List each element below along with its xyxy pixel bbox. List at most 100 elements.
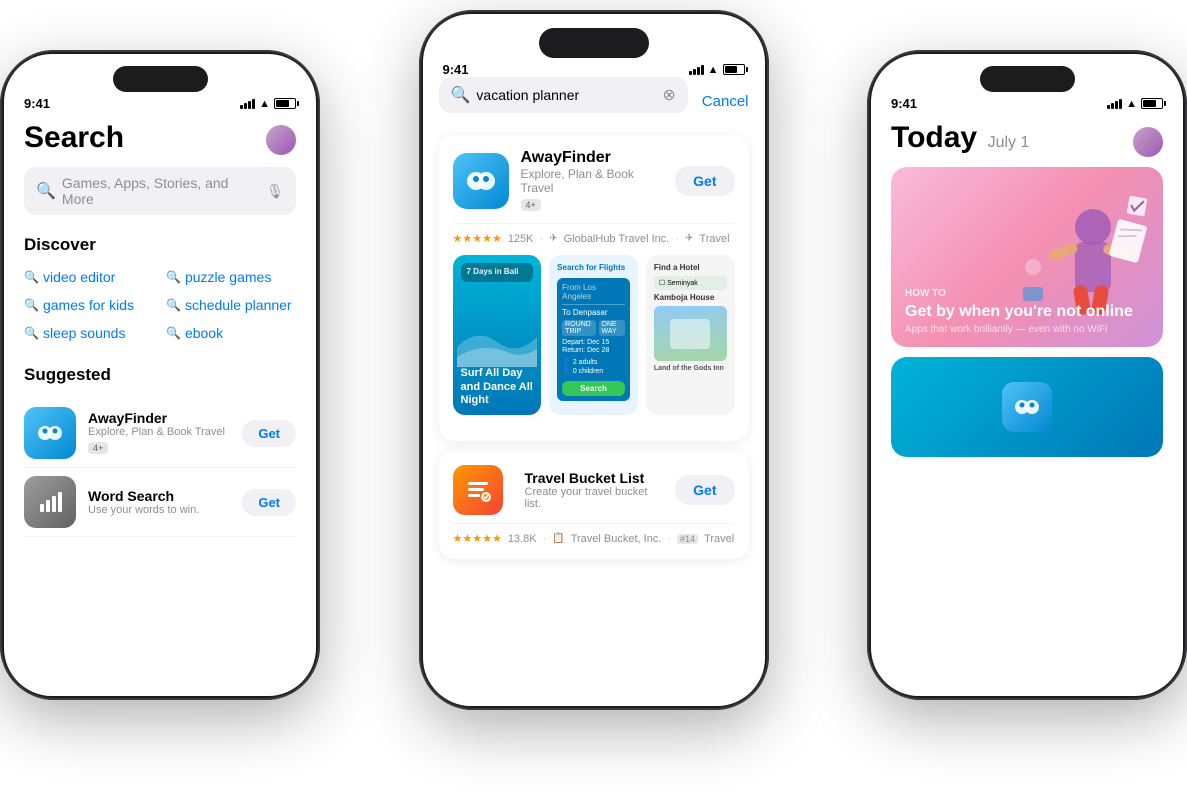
search-value: vacation planner bbox=[476, 87, 656, 103]
clear-icon[interactable]: ⊗ bbox=[662, 85, 675, 105]
search-icon-small: 🔍 bbox=[24, 270, 39, 284]
status-icons-center: ▲ bbox=[689, 64, 745, 76]
app-result-2-header: Travel Bucket List Create your travel bu… bbox=[453, 465, 735, 515]
app-desc-1: Explore, Plan & Book Travel bbox=[88, 426, 230, 438]
app2-desc: Create your travel bucket list. bbox=[525, 486, 664, 510]
phone-center: 9:41 ▲ 🔍 vacation planner ⊗ Cancel bbox=[419, 10, 769, 710]
search-title: Search bbox=[24, 121, 124, 155]
center-get-button[interactable]: Get bbox=[675, 166, 734, 196]
signal-icon-c bbox=[689, 65, 704, 75]
app-desc-2: Use your words to win. bbox=[88, 504, 230, 516]
discover-item[interactable]: 🔍 ebook bbox=[166, 325, 296, 341]
search-bar[interactable]: 🔍 Games, Apps, Stories, and More 🎙 bbox=[24, 167, 296, 215]
discover-label-5: sleep sounds bbox=[43, 325, 126, 341]
center-phone-content: 🔍 vacation planner ⊗ Cancel bbox=[423, 77, 765, 559]
hero-card: HOW TO Get by when you're not online App… bbox=[891, 167, 1163, 347]
app-name-1: AwayFinder bbox=[88, 410, 230, 426]
today-date: July 1 bbox=[988, 134, 1030, 151]
discover-label-6: ebook bbox=[185, 325, 223, 341]
wifi-icon-c: ▲ bbox=[708, 64, 719, 76]
battery-icon-c bbox=[723, 64, 745, 75]
app-result-header: AwayFinder Explore, Plan & Book Travel 4… bbox=[453, 149, 735, 213]
cancel-button[interactable]: Cancel bbox=[702, 93, 749, 110]
app-info-2: Word Search Use your words to win. bbox=[88, 488, 230, 516]
review-count: 125K bbox=[508, 233, 534, 245]
discover-item[interactable]: 🔍 video editor bbox=[24, 269, 154, 285]
status-bar-left: 9:41 ▲ bbox=[4, 92, 316, 111]
battery-icon-r bbox=[1141, 98, 1163, 109]
dynamic-island-center bbox=[539, 28, 649, 58]
app2-info: Travel Bucket List Create your travel bu… bbox=[525, 470, 664, 510]
status-icons-right: ▲ bbox=[1107, 98, 1163, 110]
status-bar-right: 9:41 ▲ bbox=[871, 92, 1183, 111]
star-rating-2: ★★★★★ bbox=[453, 532, 502, 545]
app-icon-center bbox=[453, 153, 509, 209]
star-rating: ★★★★★ bbox=[453, 232, 502, 245]
hero-how-to: HOW TO bbox=[905, 288, 1149, 299]
search-icon-small: 🔍 bbox=[166, 298, 181, 312]
status-icons-left: ▲ bbox=[240, 98, 296, 110]
screenshot-2: Search for Flights From Los Angeles To D… bbox=[549, 255, 638, 415]
time-right: 9:41 bbox=[891, 96, 917, 111]
hero-sub: Apps that work brilliantly — even with n… bbox=[905, 324, 1149, 335]
left-phone-content: Search 🔍 Games, Apps, Stories, and More … bbox=[4, 111, 316, 537]
app-meta: AwayFinder Explore, Plan & Book Travel 4… bbox=[521, 149, 664, 213]
stars-row: ★★★★★ 125K · ✈ GlobalHub Travel Inc. · ✈… bbox=[453, 223, 735, 245]
app-result-card-1: AwayFinder Explore, Plan & Book Travel 4… bbox=[439, 135, 749, 441]
app-icon-awayfinder-left bbox=[24, 407, 76, 459]
mic-icon: 🎙 bbox=[266, 183, 284, 200]
discover-grid: 🔍 video editor 🔍 puzzle games 🔍 games fo… bbox=[24, 269, 296, 341]
signal-icon-r bbox=[1107, 99, 1122, 109]
wifi-icon: ▲ bbox=[259, 98, 270, 110]
time-center: 9:41 bbox=[443, 62, 469, 77]
search-icon-small: 🔍 bbox=[24, 298, 39, 312]
suggested-section-title: Suggested bbox=[24, 365, 296, 385]
status-bar-center: 9:41 ▲ bbox=[423, 58, 765, 77]
discover-label-1: video editor bbox=[43, 269, 115, 285]
search-icon-small: 🔍 bbox=[166, 270, 181, 284]
category-2: Travel bbox=[704, 533, 734, 545]
center-app-name: AwayFinder bbox=[521, 149, 664, 167]
center-app-desc: Explore, Plan & Book Travel bbox=[521, 167, 664, 195]
blue-card-icon bbox=[1002, 382, 1052, 432]
today-title-group: Today July 1 bbox=[891, 121, 1029, 155]
app-name-2: Word Search bbox=[88, 488, 230, 504]
get-button-2[interactable]: Get bbox=[242, 489, 296, 516]
discover-item[interactable]: 🔍 puzzle games bbox=[166, 269, 296, 285]
today-header: Today July 1 bbox=[891, 121, 1163, 157]
screenshot-1: 7 Days in Bali Surf All Day and Dance Al… bbox=[453, 255, 542, 415]
get-button-app2[interactable]: Get bbox=[675, 475, 734, 505]
hero-card-content: HOW TO Get by when you're not online App… bbox=[905, 288, 1149, 335]
today-title: Today bbox=[891, 121, 977, 154]
avatar-right bbox=[1133, 127, 1163, 157]
avatar bbox=[266, 125, 296, 155]
app-icon-travel-bucket bbox=[453, 465, 503, 515]
screenshots-row: 7 Days in Bali Surf All Day and Dance Al… bbox=[453, 255, 735, 415]
app-badge-1: 4+ bbox=[88, 442, 108, 454]
suggested-app-2: Word Search Use your words to win. Get bbox=[24, 468, 296, 537]
dynamic-island-right bbox=[980, 66, 1075, 92]
discover-label-3: games for kids bbox=[43, 297, 134, 313]
battery-icon bbox=[274, 98, 296, 109]
search-placeholder: Games, Apps, Stories, and More bbox=[62, 175, 260, 207]
app-icon-wordsearch bbox=[24, 476, 76, 528]
phone-left: 9:41 ▲ Search 🔍 Games, Apps, Stories, an… bbox=[0, 50, 320, 700]
center-app-badge: 4+ bbox=[521, 199, 541, 211]
hero-headline: Get by when you're not online bbox=[905, 302, 1149, 321]
discover-label-4: schedule planner bbox=[185, 297, 292, 313]
get-button-1[interactable]: Get bbox=[242, 420, 296, 447]
category: Travel bbox=[699, 233, 729, 245]
search-bar-active[interactable]: 🔍 vacation planner ⊗ bbox=[439, 77, 688, 113]
phone-right: 9:41 ▲ Today July 1 bbox=[867, 50, 1187, 700]
discover-item[interactable]: 🔍 games for kids bbox=[24, 297, 154, 313]
search-icon-small: 🔍 bbox=[166, 326, 181, 340]
stars-row-2: ★★★★★ 13.8K · 📋 Travel Bucket, Inc. · #1… bbox=[453, 523, 735, 545]
suggested-app-1: AwayFinder Explore, Plan & Book Travel 4… bbox=[24, 399, 296, 468]
discover-item[interactable]: 🔍 schedule planner bbox=[166, 297, 296, 313]
sc-title-1: Surf All Day and Dance All Night bbox=[461, 367, 534, 407]
blue-preview-card bbox=[891, 357, 1163, 457]
dynamic-island-left bbox=[113, 66, 208, 92]
app2-badge: #14 bbox=[677, 534, 698, 544]
discover-item[interactable]: 🔍 sleep sounds bbox=[24, 325, 154, 341]
app-info-1: AwayFinder Explore, Plan & Book Travel 4… bbox=[88, 410, 230, 456]
